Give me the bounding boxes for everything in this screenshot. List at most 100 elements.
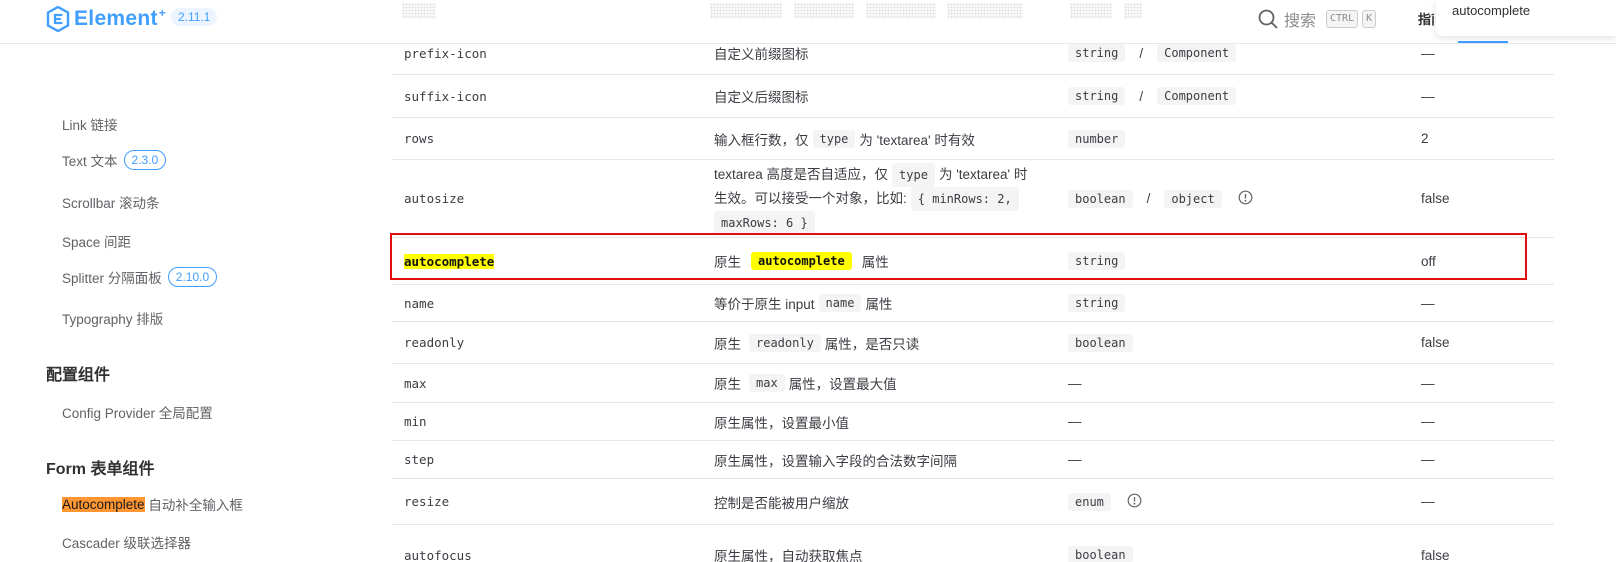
blurred-nav: [866, 3, 936, 19]
attr-name: min: [404, 414, 427, 429]
type-code: Component: [1157, 87, 1237, 105]
logo[interactable]: Element +: [46, 5, 166, 33]
blurred-nav: [1124, 3, 1142, 19]
sidebar-item-label: Scrollbar 滚动条: [62, 196, 160, 211]
attr-desc: 等价于原生 input name 属性: [714, 285, 1044, 321]
sidebar-item-label: Splitter 分隔面板: [62, 271, 162, 286]
attr-type: number: [1068, 118, 1129, 159]
attr-type: —: [1068, 452, 1082, 467]
attr-type: boolean / object: [1068, 160, 1253, 237]
sidebar-item-scrollbar[interactable]: Scrollbar 滚动条: [62, 192, 160, 212]
sidebar-item-label: Link 链接: [62, 118, 118, 133]
table-row: readonly 原生 readonly 属性，是否只读 boolean false: [392, 322, 1554, 364]
desc-text: 属性，设置最大值: [788, 377, 897, 392]
desc-text: 为 'textarea' 时: [938, 166, 1028, 182]
element-logo-icon: [46, 6, 70, 32]
version-badge: 2.10.0: [167, 267, 218, 287]
attr-desc: 控制是否能被用户缩放: [714, 495, 849, 511]
version-badge[interactable]: 2.11.1: [171, 8, 218, 26]
blurred-nav: [710, 3, 782, 19]
sidebar-item-space[interactable]: Space 间距: [62, 231, 131, 251]
sidebar-item-label: 自动补全输入框: [144, 498, 243, 513]
type-code: boolean: [1068, 546, 1133, 562]
desc-text: 输入框行数，仅: [714, 132, 809, 148]
attr-default: —: [1421, 494, 1435, 509]
attr-default: —: [1421, 295, 1435, 311]
type-code: object: [1164, 189, 1222, 208]
popup-text: autocomplete: [1452, 3, 1531, 18]
table-row: rows 输入框行数，仅 type 为 'textarea' 时有效 number …: [392, 118, 1554, 160]
info-icon[interactable]: [1238, 190, 1253, 208]
ctrl-key: CTRL: [1326, 10, 1359, 28]
search-button[interactable]: 搜索 CTRL K: [1258, 7, 1377, 31]
type-code: string: [1068, 87, 1126, 105]
k-key: K: [1362, 10, 1377, 28]
desc-text: 属性，是否只读: [824, 336, 920, 352]
table-row: resize 控制是否能被用户缩放 enum —: [392, 479, 1554, 525]
type-separator: /: [1146, 191, 1151, 206]
attr-default: —: [1421, 452, 1435, 467]
desc-code: maxRows: 6 }: [714, 210, 815, 235]
search-icon: [1258, 9, 1278, 29]
desc-code: max: [749, 374, 785, 392]
type-code: enum: [1068, 492, 1111, 511]
desc-code: name: [818, 294, 862, 312]
attr-name: name: [404, 295, 435, 311]
attr-default: 2: [1421, 131, 1429, 146]
attr-name: suffix-icon: [404, 88, 487, 104]
info-icon[interactable]: [1127, 493, 1142, 511]
attr-desc: textarea 高度是否自适应，仅 type 为 'textarea' 时 生效。…: [714, 160, 1044, 237]
sidebar-group-config: 配置组件: [46, 367, 111, 384]
nav-guide-link[interactable]: 指南: [1418, 9, 1434, 28]
type-code: string: [1068, 294, 1126, 312]
search-match-highlight: Autocomplete: [62, 496, 145, 512]
desc-text: 生效。可以接受一个对象，比如:: [714, 190, 907, 206]
attr-type: string / Component: [1068, 32, 1240, 74]
version-badge: 2.3.0: [123, 150, 167, 170]
desc-text: 原生: [714, 336, 741, 352]
logo-plus: +: [158, 6, 166, 20]
attr-desc: 原生属性，设置输入字段的合法数字间隔: [714, 453, 957, 469]
sidebar-item-typography[interactable]: Typography 排版: [62, 308, 163, 328]
sidebar-item-label: Space 间距: [62, 235, 132, 250]
table-row: autosize textarea 高度是否自适应，仅 type 为 'textar…: [392, 160, 1554, 238]
attr-default: false: [1421, 335, 1450, 350]
attr-desc: 自定义后缀图标: [714, 90, 809, 105]
attr-type: boolean: [1068, 535, 1137, 562]
attr-desc: 原生属性，自动获取焦点: [714, 549, 863, 562]
attr-desc: 自定义前缀图标: [714, 47, 809, 62]
sidebar: Link 链接 Text 文本 2.3.0 Scrollbar 滚动条 Space…: [0, 44, 390, 562]
type-separator: /: [1139, 88, 1144, 104]
sidebar-item-cascader[interactable]: Cascader 级联选择器: [62, 532, 191, 552]
table-row: name 等价于原生 input name 属性 string —: [392, 285, 1554, 322]
sidebar-item-autocomplete[interactable]: Autocomplete 自动补全输入框: [62, 494, 243, 514]
type-separator: /: [1139, 45, 1144, 61]
desc-code: { minRows: 2,: [910, 186, 1019, 211]
blurred-nav: [947, 3, 1023, 19]
attr-desc: 原生属性，设置最小值: [714, 415, 849, 431]
type-code: string: [1068, 44, 1126, 62]
type-code: number: [1068, 129, 1126, 148]
sidebar-item-config-provider[interactable]: Config Provider 全局配置: [62, 402, 213, 422]
table-row: suffix-icon 自定义后缀图标 string / Component —: [392, 75, 1554, 118]
highlight-annotation-box: [390, 233, 1527, 280]
search-suggestion-popup[interactable]: autocomplete: [1436, 0, 1616, 36]
attr-type: string / Component: [1068, 75, 1240, 117]
sidebar-item-link[interactable]: Link 链接: [62, 114, 118, 134]
sidebar-item-label: Text 文本: [62, 154, 118, 169]
desc-code: type: [812, 129, 856, 148]
sidebar-item-text[interactable]: Text 文本 2.3.0: [62, 150, 167, 170]
attr-desc: 原生 max 属性，设置最大值: [714, 364, 1044, 402]
attr-default: —: [1421, 88, 1435, 104]
attr-type: —: [1068, 414, 1082, 429]
attr-default: false: [1421, 191, 1450, 206]
sidebar-group-form: Form 表单组件: [46, 461, 155, 478]
attr-name: step: [404, 452, 435, 467]
type-code: boolean: [1068, 333, 1133, 352]
desc-text: 为 'textarea' 时有效: [859, 132, 975, 148]
attr-type: string: [1068, 285, 1129, 321]
desc-text: 等价于原生 input: [714, 297, 815, 312]
blurred-nav: [1070, 3, 1112, 19]
sidebar-item-splitter[interactable]: Splitter 分隔面板 2.10.0: [62, 267, 218, 287]
attr-name: autosize: [404, 191, 465, 206]
